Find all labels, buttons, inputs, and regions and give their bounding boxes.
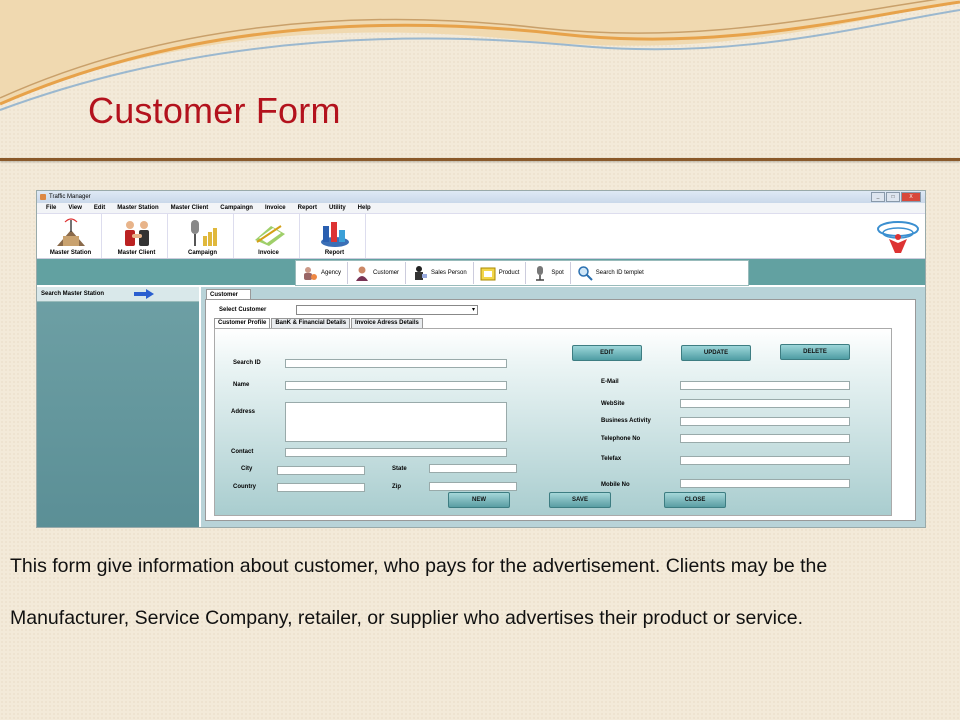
address-field[interactable] — [285, 402, 507, 442]
search-master-station-header[interactable]: Search Master Station — [37, 287, 199, 302]
contact-field[interactable] — [285, 448, 507, 457]
close-button[interactable]: CLOSE — [664, 492, 726, 508]
email-label: E-Mail — [601, 379, 619, 385]
telefax-label: Telefax — [601, 456, 622, 462]
country-field[interactable] — [277, 483, 365, 492]
telephone-label: Telephone No — [601, 436, 641, 442]
tab-invoice-address-details[interactable]: Invoice Adress Details — [351, 318, 423, 328]
name-field[interactable] — [285, 381, 507, 390]
handshake-icon — [124, 221, 149, 246]
slide-caption: This form give information about custome… — [10, 555, 828, 629]
city-field[interactable] — [277, 466, 365, 475]
radio-tower-icon — [56, 218, 85, 246]
menu-utility[interactable]: Utility — [329, 205, 346, 211]
main-content: Search Master Station Customer Select Cu… — [37, 287, 925, 527]
state-field[interactable] — [429, 464, 517, 473]
app-window-screenshot: Traffic Manager _ □ X File View Edit Mas… — [36, 190, 926, 528]
menu-invoice[interactable]: Invoice — [265, 205, 286, 211]
toolbar-campaign-button[interactable]: Campaign — [172, 214, 234, 258]
window-title: Traffic Manager — [49, 194, 91, 200]
toolbar-master-client-button[interactable]: Master Client — [106, 214, 168, 258]
agency-icon — [304, 267, 317, 280]
subnav-customer[interactable]: Customer — [348, 262, 407, 284]
menu-master-client[interactable]: Master Client — [171, 205, 209, 211]
select-customer-label: Select Customer — [219, 307, 267, 313]
subnav-spot[interactable]: Spot — [526, 262, 571, 284]
menu-help[interactable]: Help — [358, 205, 371, 211]
state-label: State — [392, 466, 407, 472]
customer-panel: Select Customer ▾ Customer Profile BanK … — [205, 299, 916, 521]
address-label: Address — [231, 409, 256, 415]
contact-label: Contact — [231, 449, 254, 455]
telephone-field[interactable] — [680, 434, 850, 443]
search-id-field[interactable] — [285, 359, 507, 368]
mobile-label: Mobile No — [601, 482, 630, 488]
toolbar-invoice-button[interactable]: Invoice — [238, 214, 300, 258]
slide-title: Customer Form — [88, 90, 341, 131]
delete-button[interactable]: DELETE — [780, 344, 850, 360]
name-label: Name — [233, 382, 250, 388]
profile-tabs: Customer Profile BanK & Financial Detail… — [214, 318, 424, 328]
menu-view[interactable]: View — [68, 205, 82, 211]
new-button[interactable]: NEW — [448, 492, 510, 508]
email-field[interactable] — [680, 381, 850, 390]
country-label: Country — [233, 484, 256, 490]
website-field[interactable] — [680, 399, 850, 408]
brand-logo — [877, 221, 919, 253]
tab-bank-financial-details[interactable]: BanK & Financial Details — [271, 318, 351, 328]
subnav-agency[interactable]: Agency — [296, 262, 349, 284]
sales-person-icon — [415, 266, 428, 280]
menu-edit[interactable]: Edit — [94, 205, 105, 211]
website-label: WebSite — [601, 401, 625, 407]
sub-navigation-bar: Agency Customer Sales Person Product Spo… — [37, 259, 925, 286]
window-controls: _ □ X — [871, 192, 921, 202]
toolbar-report-button[interactable]: Report — [304, 214, 366, 258]
select-customer-dropdown[interactable]: ▾ — [296, 305, 478, 315]
business-activity-field[interactable] — [680, 417, 850, 426]
edit-button[interactable]: EDIT — [572, 345, 642, 361]
customer-icon — [356, 266, 369, 281]
main-toolbar: Master Station Master Client Campaign In… — [37, 214, 925, 259]
app-icon — [40, 194, 46, 200]
subnav-search-id-templet[interactable]: Search ID templet — [571, 262, 650, 284]
invoice-icon — [254, 225, 285, 246]
microphone-coins-icon — [190, 220, 217, 246]
subnav-sales-person[interactable]: Sales Person — [406, 262, 474, 284]
left-panel: Search Master Station — [37, 287, 201, 527]
minimize-button[interactable]: _ — [871, 192, 885, 202]
zip-field[interactable] — [429, 482, 517, 491]
menu-report[interactable]: Report — [298, 205, 317, 211]
menu-file[interactable]: File — [46, 205, 56, 211]
business-activity-label: Business Activity — [601, 418, 651, 424]
zip-label: Zip — [392, 484, 401, 490]
tab-customer-profile[interactable]: Customer Profile — [214, 318, 271, 328]
toolbar-master-station-button[interactable]: Master Station — [40, 214, 102, 258]
city-label: City — [241, 466, 253, 472]
save-button[interactable]: SAVE — [549, 492, 611, 508]
search-id-label: Search ID — [233, 360, 261, 366]
mobile-field[interactable] — [680, 479, 850, 488]
close-window-button[interactable]: X — [901, 192, 921, 202]
menu-master-station[interactable]: Master Station — [117, 205, 158, 211]
product-icon — [480, 267, 496, 281]
chevron-down-icon: ▾ — [471, 307, 475, 313]
spot-mic-icon — [536, 266, 545, 281]
telefax-field[interactable] — [680, 456, 850, 465]
search-icon — [578, 266, 593, 281]
customer-profile-form: Search ID Name Address Contact City Stat… — [214, 328, 892, 516]
update-button[interactable]: UPDATE — [681, 345, 751, 361]
arrow-right-icon[interactable] — [134, 289, 155, 299]
chart-icon — [320, 222, 349, 247]
maximize-button[interactable]: □ — [886, 192, 900, 202]
menu-campaign[interactable]: Campaingn — [220, 205, 253, 211]
title-divider — [0, 158, 960, 161]
subnav-product[interactable]: Product — [474, 262, 527, 284]
sub-navigation-strip: Agency Customer Sales Person Product Spo… — [295, 260, 749, 286]
window-titlebar: Traffic Manager _ □ X — [37, 191, 925, 203]
menu-bar: File View Edit Master Station Master Cli… — [37, 203, 925, 214]
